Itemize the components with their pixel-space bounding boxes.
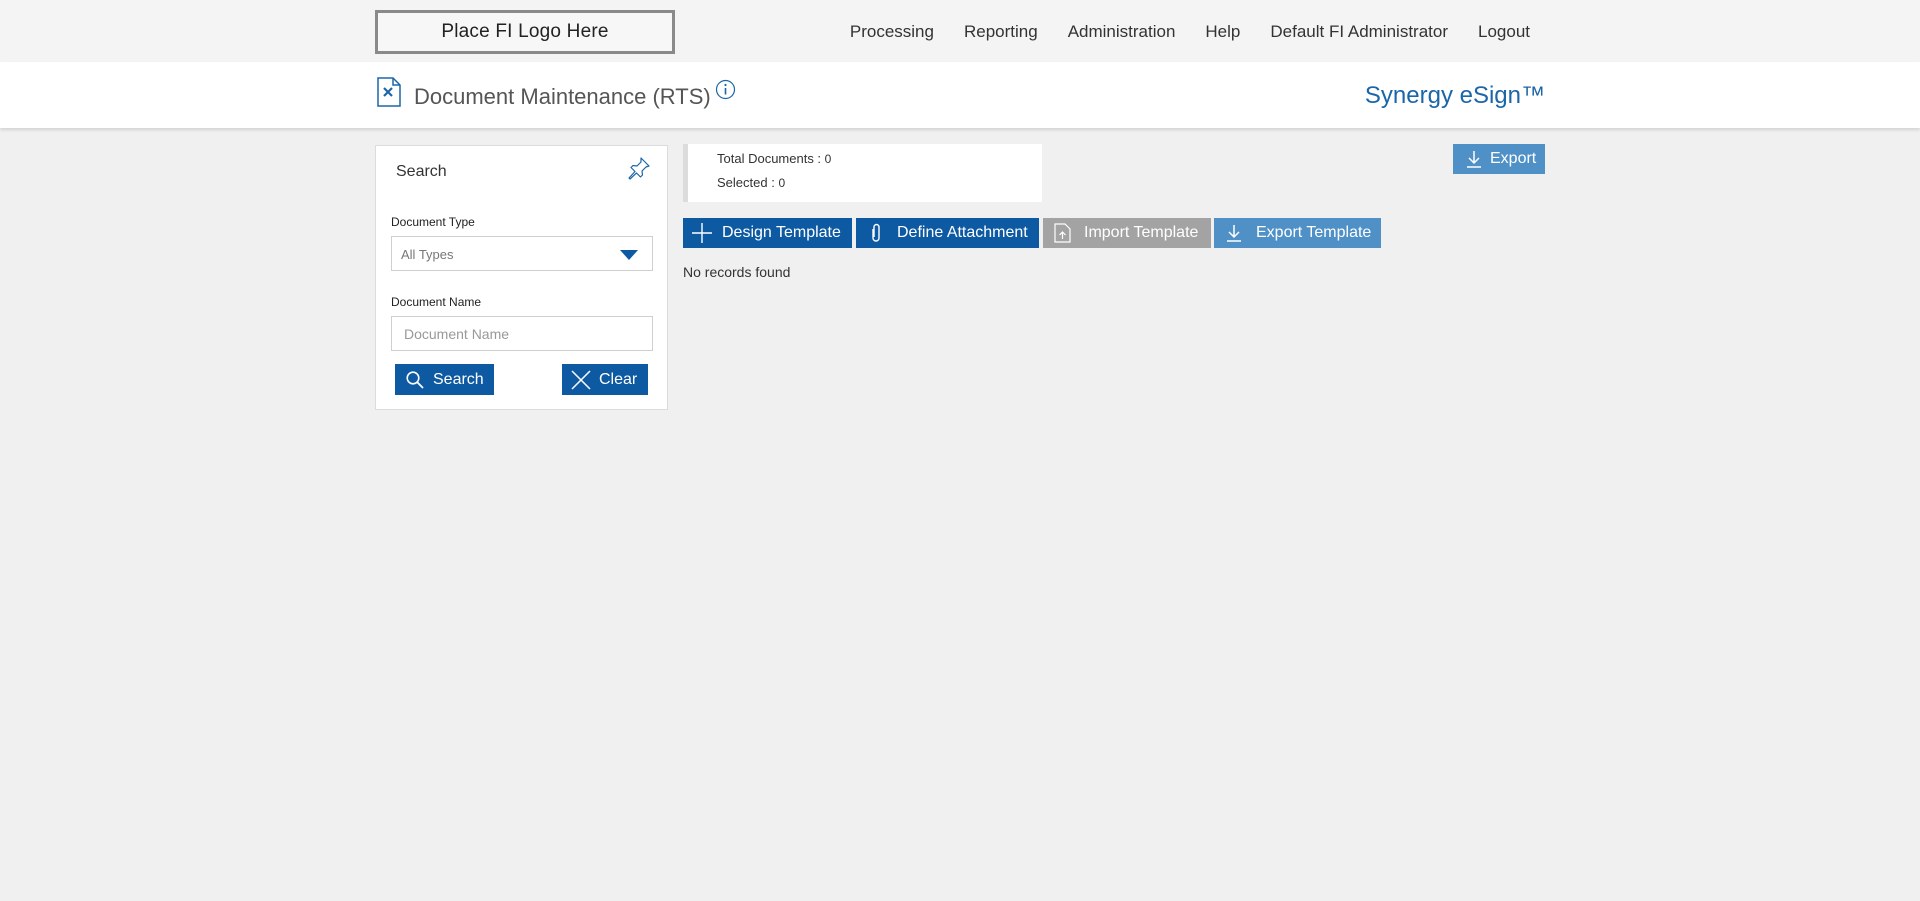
download-icon xyxy=(1467,151,1481,168)
search-button[interactable]: Search xyxy=(395,364,494,395)
nav-help[interactable]: Help xyxy=(1205,22,1240,42)
nav-processing[interactable]: Processing xyxy=(850,22,934,42)
document-name-label: Document Name xyxy=(391,295,482,309)
define-attachment-label: Define Attachment xyxy=(897,224,1028,241)
nav-administration[interactable]: Administration xyxy=(1068,22,1176,42)
export-template-button[interactable]: Export Template xyxy=(1214,218,1381,248)
close-icon xyxy=(571,369,591,390)
empty-results-message: No records found xyxy=(683,264,791,280)
clear-button[interactable]: Clear xyxy=(562,364,648,395)
search-button-label: Search xyxy=(433,370,484,388)
document-type-select[interactable]: All Types xyxy=(391,236,653,271)
top-navigation-bar: Place FI Logo Here Processing Reporting … xyxy=(0,0,1920,62)
document-name-input[interactable] xyxy=(391,316,653,351)
search-icon xyxy=(406,370,424,389)
paperclip-icon xyxy=(872,223,880,242)
info-icon[interactable] xyxy=(715,79,736,100)
file-upload-icon xyxy=(1054,223,1071,243)
import-template-label: Import Template xyxy=(1084,224,1199,241)
plus-icon xyxy=(692,223,712,243)
search-panel-title: Search xyxy=(396,163,447,180)
page-header: Document Maintenance (RTS) Synergy eSign… xyxy=(0,62,1920,128)
clear-button-label: Clear xyxy=(599,370,638,388)
import-template-button[interactable]: Import Template xyxy=(1043,218,1211,248)
document-type-value: All Types xyxy=(401,247,454,262)
download-icon xyxy=(1227,225,1241,242)
selected-documents-value: 0 xyxy=(778,176,786,190)
selected-documents-label: Selected : xyxy=(717,175,775,190)
pin-icon[interactable] xyxy=(627,156,651,180)
design-template-label: Design Template xyxy=(722,224,841,241)
define-attachment-button[interactable]: Define Attachment xyxy=(856,218,1039,248)
design-template-button[interactable]: Design Template xyxy=(683,218,852,248)
export-button[interactable]: Export xyxy=(1453,144,1545,174)
fi-logo-placeholder: Place FI Logo Here xyxy=(375,10,675,54)
document-icon xyxy=(377,77,401,107)
product-brand: Synergy eSign™ xyxy=(1364,82,1545,109)
search-panel: Search Document Type All Types Document … xyxy=(375,145,668,410)
nav-reporting[interactable]: Reporting xyxy=(964,22,1038,42)
main-nav: Processing Reporting Administration Help… xyxy=(820,22,1530,42)
export-button-label: Export xyxy=(1490,150,1537,167)
total-documents-label: Total Documents : xyxy=(717,151,822,166)
total-documents-value: 0 xyxy=(824,152,832,166)
chevron-down-icon xyxy=(620,250,638,260)
export-template-label: Export Template xyxy=(1256,224,1372,241)
page-title: Document Maintenance (RTS) xyxy=(414,84,711,109)
document-summary: Total Documents : 0 Selected : 0 xyxy=(683,144,1042,202)
selected-documents: Selected : 0 xyxy=(717,175,785,190)
nav-logout[interactable]: Logout xyxy=(1478,22,1530,42)
fi-logo-text: Place FI Logo Here xyxy=(441,21,609,42)
nav-user-account[interactable]: Default FI Administrator xyxy=(1270,22,1448,42)
document-type-label: Document Type xyxy=(391,215,475,229)
total-documents: Total Documents : 0 xyxy=(717,151,831,166)
